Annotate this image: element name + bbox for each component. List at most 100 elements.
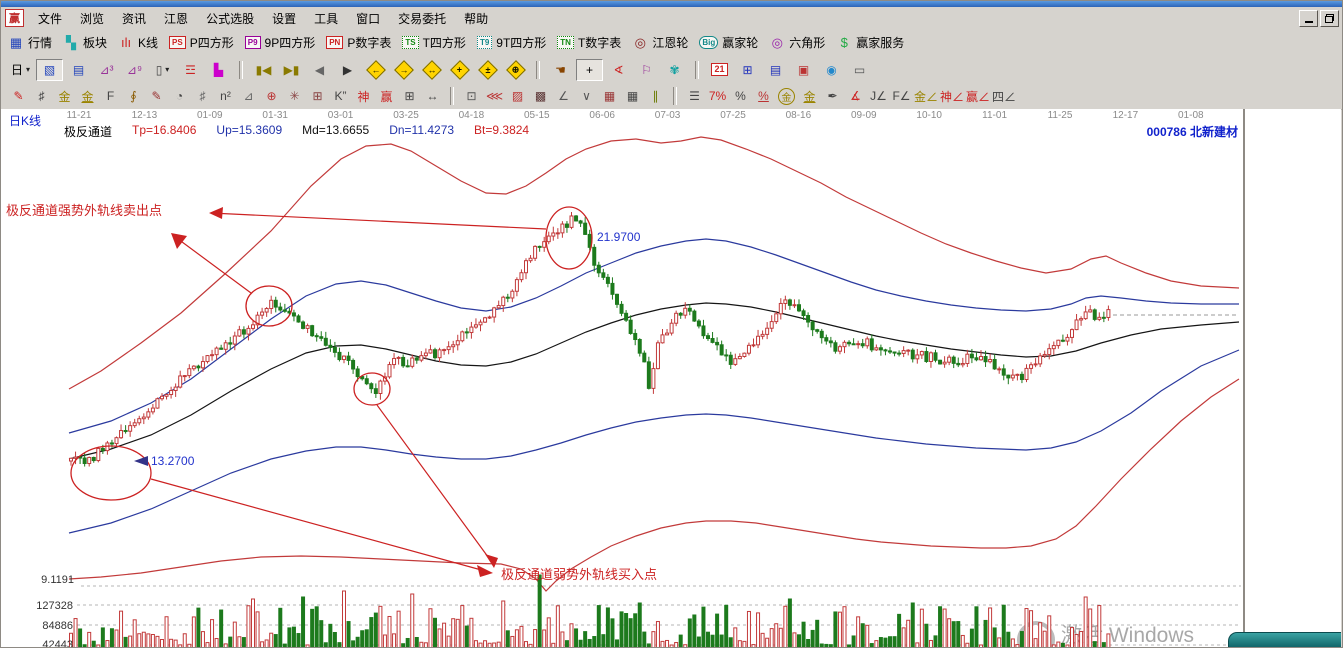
floating-window-corner[interactable] (1228, 632, 1341, 647)
candle-style-dropdown[interactable]: ▯▾ (150, 60, 175, 80)
calendar-button[interactable]: 21 (707, 60, 732, 80)
period-day-dropdown[interactable]: 日▾ (8, 60, 33, 80)
toolbar-t-table[interactable]: TNT数字表 (557, 34, 621, 51)
zoom-in-diamond[interactable]: + (447, 60, 472, 80)
pattern-flash-icon[interactable]: ☲ (178, 60, 203, 80)
kline-chart-canvas[interactable]: 极反通道强势外轨线卖出点极反通道弱势外轨线买入点21.970013.27009.… (1, 109, 1243, 648)
percent-icon[interactable]: % (730, 86, 751, 106)
ray-star-icon[interactable]: ✳ (284, 86, 305, 106)
time-cycle-icon[interactable]: ◔ (169, 86, 190, 106)
toolbar-sectors[interactable]: ▚板块 (63, 34, 107, 51)
gold-circle-icon[interactable]: 金 (776, 86, 797, 106)
menu-item-帮助[interactable]: 帮助 (455, 8, 497, 29)
pct-line-icon[interactable]: % (753, 86, 774, 106)
angle-line-icon[interactable]: ∠ (553, 86, 574, 106)
span-arrow-icon[interactable]: ↔ (422, 86, 443, 106)
expand-diamond[interactable]: ⊕ (503, 60, 528, 80)
menu-item-文件[interactable]: 文件 (29, 8, 71, 29)
grid-box-icon[interactable]: ▦ (599, 86, 620, 106)
toolbar-9p-square[interactable]: P99P四方形 (245, 34, 315, 51)
num-grid-icon[interactable]: ⊞ (399, 86, 420, 106)
toolbar-hexagon[interactable]: ◎六角形 (769, 34, 825, 51)
ying-angle-icon[interactable]: 赢∠ (966, 86, 990, 106)
restore-button[interactable] (1320, 10, 1339, 27)
measure-angle-icon[interactable]: ∡ (845, 86, 866, 106)
toolbar-p-table[interactable]: PNP数字表 (326, 34, 391, 51)
spiral-icon[interactable]: ∮ (123, 86, 144, 106)
zigzag-icon[interactable]: ∨ (576, 86, 597, 106)
knot-tool[interactable]: ✾ (662, 60, 687, 80)
tick-grid-icon[interactable]: ♯ (31, 86, 52, 106)
menu-item-设置[interactable]: 设置 (263, 8, 305, 29)
menu-item-工具[interactable]: 工具 (305, 8, 347, 29)
chart-3-icon[interactable]: ⊿³ (94, 60, 119, 80)
fan-lines-icon[interactable]: ⋘ (484, 86, 505, 106)
mirror-angle-icon[interactable]: ⊿ (238, 86, 259, 106)
toolbar-t-square[interactable]: TST四方形 (402, 34, 466, 51)
up-line (69, 239, 1239, 433)
flag-tool[interactable]: ⚐ (634, 60, 659, 80)
stock-code-label[interactable]: 000786 北新建材 (1147, 123, 1238, 140)
four-angle-icon[interactable]: 四∠ (992, 86, 1016, 106)
f-angle-icon[interactable]: F∠ (891, 86, 912, 106)
menu-item-浏览[interactable]: 浏览 (71, 8, 113, 29)
toolbar-winner-wheel[interactable]: Big赢家轮 (699, 34, 758, 51)
pan-left-diamond[interactable]: ← (363, 60, 388, 80)
toolbar-gann-wheel[interactable]: ◎江恩轮 (632, 34, 688, 51)
menu-item-公式选股[interactable]: 公式选股 (197, 8, 263, 29)
prev-bar-button[interactable]: ◀ (307, 60, 332, 80)
compress-diamond[interactable]: ± (475, 60, 500, 80)
chart-9-icon[interactable]: ⊿⁹ (122, 60, 147, 80)
n-square-icon[interactable]: n² (215, 86, 236, 106)
toolbar-kline[interactable]: ılıK线 (118, 34, 158, 51)
toolbar-winner-service[interactable]: $赢家服务 (836, 34, 904, 51)
shen-table-icon[interactable]: 神 (353, 86, 374, 106)
pan-right-diamond[interactable]: → (391, 60, 416, 80)
save-button[interactable]: ▣ (791, 60, 816, 80)
menu-item-交易委托[interactable]: 交易委托 (389, 8, 455, 29)
pen-grid-icon[interactable]: ✎ (146, 86, 167, 106)
dark-box-icon[interactable]: ▩ (530, 86, 551, 106)
print-button[interactable]: ▭ (847, 60, 872, 80)
parallel-lines-icon[interactable]: ∥ (645, 86, 666, 106)
shen-angle-icon[interactable]: 神∠ (940, 86, 964, 106)
toolbar-p-square[interactable]: PSP四方形 (169, 34, 234, 51)
calculator-button[interactable]: ⊞ (735, 60, 760, 80)
scale-ruler-icon[interactable]: ☰ (684, 86, 705, 106)
rect-tool-icon[interactable]: ⊡ (461, 86, 482, 106)
menu-item-窗口[interactable]: 窗口 (347, 8, 389, 29)
web-grid-icon[interactable]: ⊞ (307, 86, 328, 106)
k-quote-icon[interactable]: K” (330, 86, 351, 106)
draw-brush-icon[interactable]: ✎ (8, 86, 29, 106)
gold-grid2-icon[interactable]: 金 (77, 86, 98, 106)
next-bar-button[interactable]: ▶ (335, 60, 360, 80)
notes-button[interactable]: ▤ (763, 60, 788, 80)
gold-line-icon[interactable]: 金 (799, 86, 820, 106)
minimize-button[interactable] (1299, 10, 1318, 27)
info-panel-icon[interactable]: ▤ (66, 60, 91, 80)
gold-grid-icon[interactable]: 金 (54, 86, 75, 106)
ink-pen-icon[interactable]: ✒ (822, 86, 843, 106)
grid-box2-icon[interactable]: ▦ (622, 86, 643, 106)
color-histogram-icon[interactable]: ▙ (206, 60, 231, 80)
menu-item-资讯[interactable]: 资讯 (113, 8, 155, 29)
sync-button[interactable]: ◉ (819, 60, 844, 80)
toolbar-9t-square[interactable]: T99T四方形 (477, 34, 546, 51)
zoom-out-diamond[interactable]: ↔ (419, 60, 444, 80)
f-grid-icon[interactable]: F (100, 86, 121, 106)
menu-item-江恩[interactable]: 江恩 (155, 8, 197, 29)
shade-box-icon[interactable]: ▨ (507, 86, 528, 106)
toolbar-quotes[interactable]: ▦行情 (8, 34, 52, 51)
tick-grid2-icon[interactable]: ♯ (192, 86, 213, 106)
j-angle-icon[interactable]: J∠ (868, 86, 889, 106)
crosshair-tool[interactable]: + (576, 59, 603, 81)
ying-table-icon[interactable]: 赢 (376, 86, 397, 106)
first-bar-button[interactable]: ▮◀ (251, 60, 276, 80)
angle-measure-tool[interactable]: ∢ (606, 60, 631, 80)
hand-tool[interactable]: ☚ (548, 60, 573, 80)
seven-pct-icon[interactable]: 7% (707, 86, 728, 106)
gold-angle-icon[interactable]: 金∠ (914, 86, 938, 106)
last-bar-button[interactable]: ▶▮ (279, 60, 304, 80)
gann-compass-icon[interactable]: ⊕ (261, 86, 282, 106)
pattern-window-icon[interactable]: ▧ (36, 59, 63, 81)
